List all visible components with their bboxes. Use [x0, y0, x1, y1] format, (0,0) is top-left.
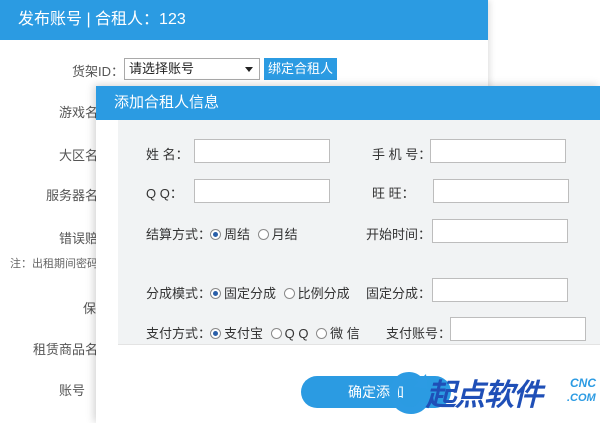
background-header: 发布账号 | 合租人：123 — [0, 0, 488, 40]
settle-option-monthly[interactable]: 月结 — [257, 227, 298, 242]
pay-option-wechat[interactable]: 微 信 — [316, 326, 360, 341]
server-label: 服务器名 — [46, 188, 99, 203]
qq-input[interactable] — [194, 179, 330, 203]
radio-checked-icon — [210, 229, 221, 240]
chevron-down-icon — [245, 67, 253, 72]
radio-unchecked-icon — [270, 328, 282, 339]
modal-title: 添加合租人信息 — [96, 86, 600, 120]
phone-input[interactable] — [430, 139, 566, 163]
radio-checked-icon — [210, 328, 221, 339]
region-label: 大区名 — [59, 148, 99, 163]
split-option-ratio[interactable]: 比例分成 — [283, 286, 350, 301]
radio-unchecked-icon — [316, 328, 328, 339]
rental-note: 注：出租期间密码 — [10, 258, 98, 270]
split-radio-group: 固定分成 比例分成 — [210, 283, 354, 302]
settle-label: 结算方式： — [146, 227, 212, 242]
pay-radio-group: 支付宝 Q Q 微 信 — [210, 323, 364, 342]
wangwang-label: 旺 旺： — [372, 186, 415, 201]
settle-radio-group: 周结 月结 — [210, 224, 302, 243]
pay-account-input[interactable] — [450, 317, 586, 341]
wangwang-input[interactable] — [433, 179, 569, 203]
fixed-split-input[interactable] — [432, 278, 568, 302]
section-divider — [118, 344, 600, 345]
watermark-text: 起点软件 — [426, 379, 543, 412]
bind-partner-button[interactable]: 绑定合租人 — [264, 58, 338, 80]
error-comp-label: 错误赔 — [59, 231, 99, 246]
rent-goods-label: 租赁商品名 — [33, 342, 99, 357]
split-mode-label: 分成模式： — [146, 286, 212, 301]
start-time-label: 开始时间： — [366, 227, 432, 242]
settle-option-weekly[interactable]: 周结 — [210, 227, 250, 242]
game-name-label: 游戏名 — [59, 105, 99, 120]
pay-method-label: 支付方式： — [146, 326, 212, 341]
pay-account-label: 支付账号： — [386, 326, 452, 341]
radio-unchecked-icon — [257, 229, 269, 240]
pay-option-qq[interactable]: Q Q — [270, 326, 308, 341]
account-label: 账号 — [59, 383, 86, 398]
qq-label: Q Q： — [146, 186, 183, 201]
watermark-cnc: CNC — [570, 376, 596, 390]
start-time-input[interactable] — [432, 219, 568, 243]
watermark-com: .COM — [567, 392, 596, 404]
split-option-fixed[interactable]: 固定分成 — [210, 286, 276, 301]
shelf-select-value: 请选择账号 — [129, 61, 195, 76]
shelf-select[interactable]: 请选择账号 — [124, 58, 260, 80]
name-input[interactable] — [194, 139, 330, 163]
shelf-id-label: 货架ID： — [72, 64, 125, 79]
guarantee-label: 保 — [83, 301, 97, 316]
name-label: 姓 名： — [146, 147, 189, 162]
pay-option-alipay[interactable]: 支付宝 — [210, 326, 263, 341]
site-watermark: 起点软件 CNC .COM — [386, 360, 600, 423]
phone-label: 手 机 号： — [372, 147, 432, 162]
fixed-split-label: 固定分成： — [366, 286, 432, 301]
radio-checked-icon — [210, 288, 221, 299]
radio-unchecked-icon — [283, 288, 295, 299]
